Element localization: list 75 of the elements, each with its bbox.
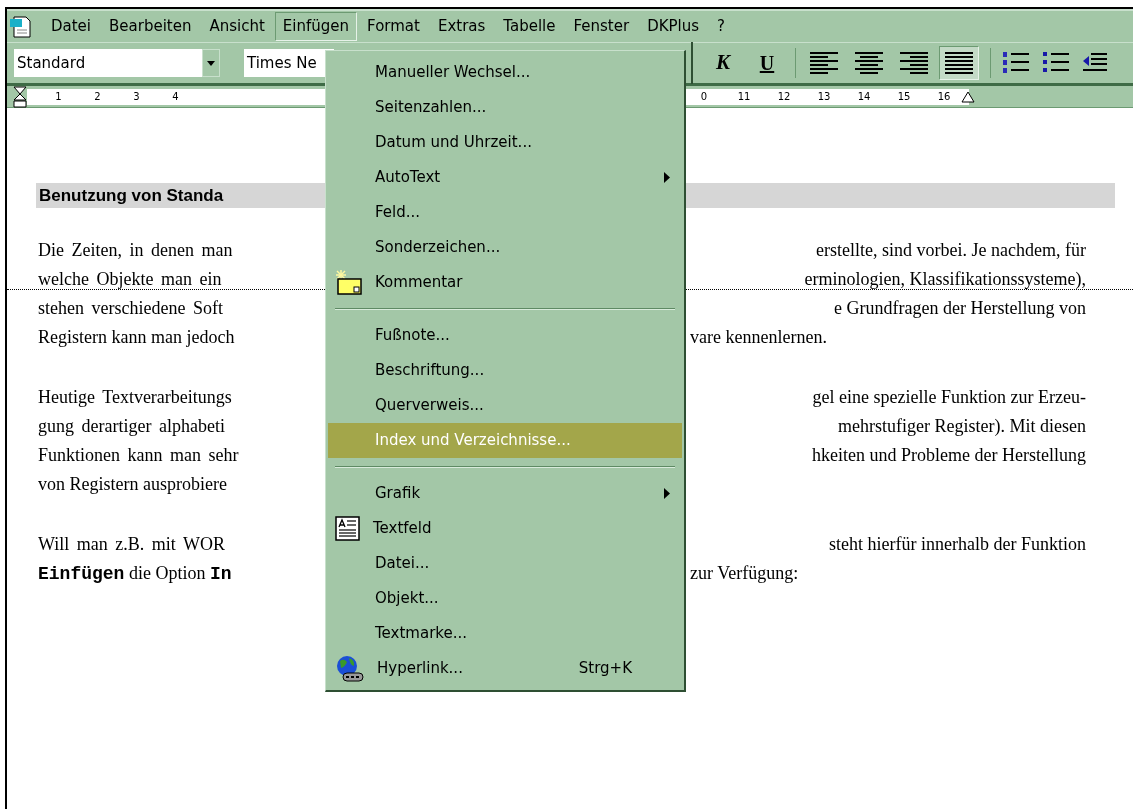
ruler-number: 1 xyxy=(54,90,63,104)
paragraph-text: mehrstufiger Register). Mit diesen xyxy=(837,415,1086,438)
menu-item[interactable]: Objekt... xyxy=(328,581,682,616)
ruler-number: 11 xyxy=(736,90,752,104)
paragraph-text: zur Verfügung: xyxy=(690,562,800,585)
bullet-list-icon xyxy=(1042,51,1072,75)
menu-item[interactable]: Datei... xyxy=(328,546,682,581)
note-icon xyxy=(335,269,363,296)
justify-icon xyxy=(945,52,973,74)
menu-item[interactable]: Feld... xyxy=(328,195,682,230)
submenu-arrow-icon xyxy=(664,172,670,183)
alignment-button[interactable] xyxy=(939,46,979,80)
menu-bar-item[interactable]: Datei xyxy=(43,12,100,41)
menu-item[interactable]: Beschriftung... xyxy=(328,353,682,388)
align-right-icon xyxy=(900,52,928,74)
menu-item[interactable]: Fußnote... xyxy=(328,318,682,353)
paragraph-text: vare kennenlernen. xyxy=(690,326,828,349)
italic-button[interactable]: K xyxy=(705,47,741,79)
align-center-icon xyxy=(855,52,883,74)
menu-item[interactable]: Hyperlink... Strg+K xyxy=(328,651,682,686)
paragraph-text: gel eine spezielle Funktion zur Erzeu- xyxy=(811,386,1086,409)
menu-item[interactable]: Kommentar xyxy=(328,265,682,300)
text-box-icon xyxy=(335,515,361,542)
paragraph-text: stehen verschiedene Soft xyxy=(38,297,224,320)
paragraph-text: hkeiten und Probleme der Herstellung xyxy=(811,444,1086,467)
menu-item[interactable]: Textmarke... xyxy=(328,616,682,651)
menu-item[interactable]: Querverweis... xyxy=(328,388,682,423)
paragraph-text: gung derartiger alphabeti xyxy=(38,415,226,438)
ruler-number: 14 xyxy=(856,90,872,104)
ruler-number: 4 xyxy=(171,90,180,104)
paragraph-text: Die Zeiten, in denen man xyxy=(38,239,234,262)
ruler-number: 3 xyxy=(132,90,141,104)
paragraph-text: e Grundfragen der Herstellung von xyxy=(833,297,1086,320)
menu-item[interactable]: Textfeld xyxy=(328,511,682,546)
menu-bar-item[interactable]: DKPlus xyxy=(639,12,708,41)
menu-bar-item[interactable]: ? xyxy=(709,12,734,41)
menu-item[interactable]: Grafik xyxy=(328,476,682,511)
menu-bar-item[interactable]: Ansicht xyxy=(201,12,273,41)
menu-bar-item[interactable]: Fenster xyxy=(565,12,638,41)
menu-item[interactable]: Seitenzahlen... xyxy=(328,90,682,125)
paragraph-text: Funktionen kann man sehr xyxy=(38,444,240,467)
submenu-arrow-icon xyxy=(664,488,670,499)
menu-item[interactable]: AutoText xyxy=(328,160,682,195)
paragraph-text: steht hierfür innerhalb der Funktion xyxy=(828,533,1086,556)
menu-bar-item[interactable]: Bearbeiten xyxy=(101,12,200,41)
paragraph-text: Registern kann man jedoch xyxy=(38,326,236,349)
paragraph-text: welche Objekte man ein xyxy=(38,268,223,291)
ruler-number: 0 xyxy=(699,90,709,104)
ruler-number: 16 xyxy=(936,90,952,104)
menu-bar-item[interactable]: Format xyxy=(359,12,428,41)
menu-item[interactable]: Datum und Uhrzeit... xyxy=(328,125,682,160)
underline-button[interactable]: U xyxy=(749,47,785,79)
shortcut-text: Strg+K xyxy=(578,658,632,680)
numbered-list-icon xyxy=(1002,51,1032,75)
menu-item[interactable]: Sonderzeichen... xyxy=(328,230,682,265)
dropdown-arrow-icon xyxy=(207,60,215,66)
align-left-icon xyxy=(810,52,838,74)
document-icon xyxy=(9,14,33,39)
menu-bar-item[interactable]: Tabelle xyxy=(495,12,564,41)
paragraph-text: Will man z.B. mit WOR xyxy=(38,533,226,556)
ruler-number: 12 xyxy=(776,90,792,104)
ruler-number: 13 xyxy=(816,90,832,104)
globe-link-icon xyxy=(335,654,365,683)
menu-bar-item[interactable]: Einfügen xyxy=(274,12,358,41)
paragraph-text: Einfügen die Option In xyxy=(38,561,233,586)
ruler-number: 2 xyxy=(93,90,102,104)
menu-bar-item[interactable]: Extras xyxy=(429,12,494,41)
font-dropdown[interactable]: Times Ne xyxy=(244,49,334,77)
paragraph-text: erstellte, sind vorbei. Je nachdem, für xyxy=(815,239,1086,262)
paragraph-text: Heutige Textverarbeitungs xyxy=(38,386,233,409)
ruler-number: 15 xyxy=(896,90,912,104)
style-dropdown[interactable]: Standard xyxy=(14,49,220,77)
paragraph-text: von Registern ausprobiere xyxy=(38,473,228,496)
paragraph-text: erminologien, Klassifikationssysteme), xyxy=(803,268,1086,291)
heading: Benutzung von Standa xyxy=(38,184,225,207)
